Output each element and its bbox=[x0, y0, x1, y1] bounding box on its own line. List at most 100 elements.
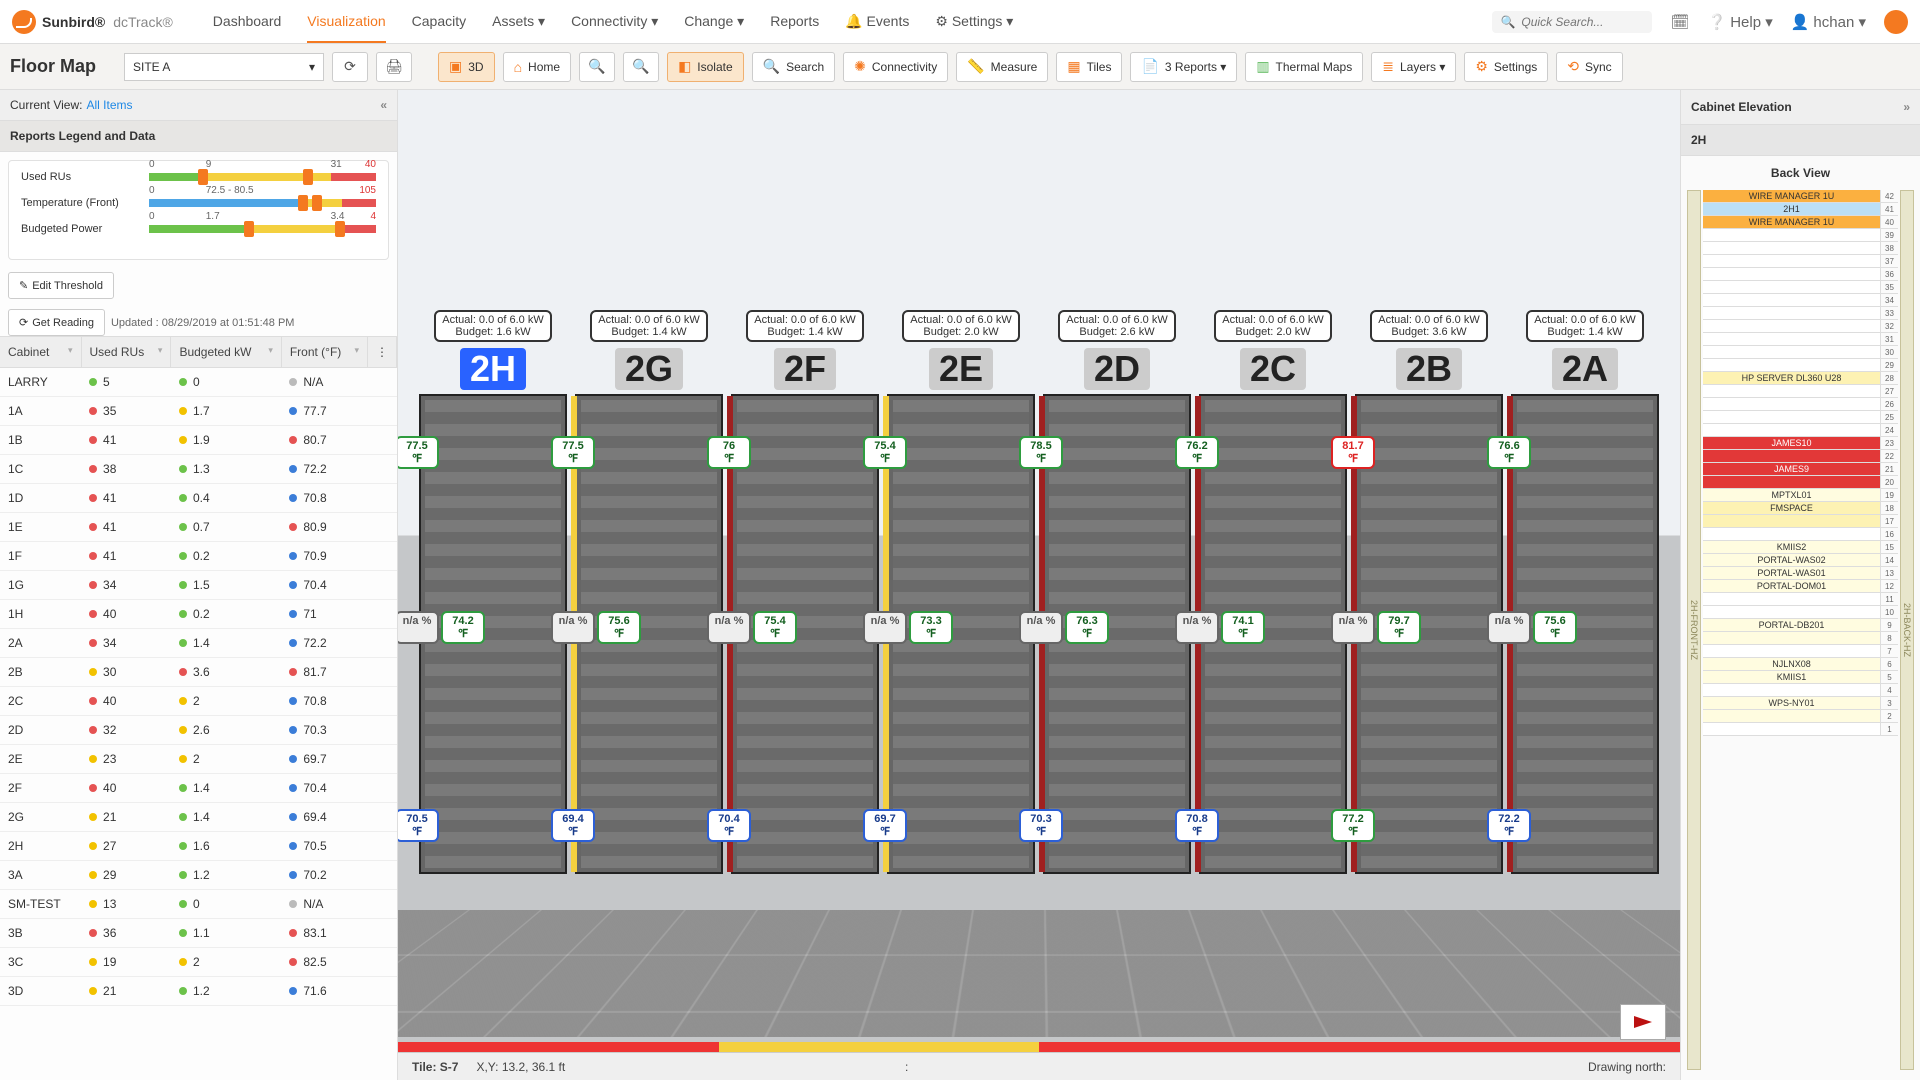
nav-settings-[interactable]: ⚙ Settings ▾ bbox=[935, 1, 1013, 43]
filter-icon[interactable]: ▾ bbox=[68, 345, 73, 356]
kebab-icon[interactable]: ⋮ bbox=[376, 345, 388, 359]
settings-button[interactable]: ⚙Settings bbox=[1464, 52, 1548, 82]
nav-dashboard[interactable]: Dashboard bbox=[213, 1, 282, 43]
table-row[interactable]: 2F 40 1.4 70.4 bbox=[0, 774, 397, 803]
elevation-slot[interactable]: 11 bbox=[1703, 593, 1898, 606]
nav-capacity[interactable]: Capacity bbox=[412, 1, 466, 43]
avatar-icon[interactable] bbox=[1884, 10, 1908, 34]
table-row[interactable]: 1D 41 0.4 70.8 bbox=[0, 484, 397, 513]
elevation-slot[interactable]: PORTAL-WAS0214 bbox=[1703, 554, 1898, 567]
rack-body[interactable]: 75.4℉ 69.7℉n/a %73.3℉ bbox=[887, 394, 1035, 874]
elevation-slot[interactable]: 34 bbox=[1703, 294, 1898, 307]
rack-2B[interactable]: Actual: 0.0 of 6.0 kWBudget: 3.6 kW2B81.… bbox=[1354, 310, 1504, 874]
tiles-button[interactable]: ▦Tiles bbox=[1056, 52, 1122, 82]
elevation-slot[interactable]: WPS-NY013 bbox=[1703, 697, 1898, 710]
thermal-button[interactable]: ▥Thermal Maps bbox=[1245, 52, 1363, 82]
elevation-slot[interactable]: NJLNX086 bbox=[1703, 658, 1898, 671]
search-input[interactable] bbox=[1521, 15, 1644, 29]
connectivity-button[interactable]: ✺Connectivity bbox=[843, 52, 948, 82]
table-row[interactable]: 1H 40 0.2 71 bbox=[0, 600, 397, 629]
column-header[interactable]: Cabinet▾ bbox=[0, 337, 81, 368]
refresh-button[interactable]: ⟳ bbox=[332, 52, 368, 82]
rack-label[interactable]: 2H bbox=[460, 348, 526, 390]
rack-label[interactable]: 2G bbox=[615, 348, 683, 390]
nav-change-[interactable]: Change ▾ bbox=[684, 1, 744, 43]
elevation-slot[interactable]: 36 bbox=[1703, 268, 1898, 281]
elevation-slot[interactable]: 2H141 bbox=[1703, 203, 1898, 216]
elevation-slot[interactable]: PORTAL-DOM0112 bbox=[1703, 580, 1898, 593]
user-menu[interactable]: 👤hchan ▾ bbox=[1791, 13, 1866, 31]
table-row[interactable]: 2C 40 2 70.8 bbox=[0, 687, 397, 716]
edit-threshold-button[interactable]: ✎Edit Threshold bbox=[8, 272, 114, 299]
filter-icon[interactable]: ▾ bbox=[268, 345, 273, 356]
elevation-slot[interactable]: 8 bbox=[1703, 632, 1898, 645]
elevation-slot[interactable]: 17 bbox=[1703, 515, 1898, 528]
elevation-slot[interactable]: 16 bbox=[1703, 528, 1898, 541]
slider-thumb[interactable] bbox=[298, 195, 308, 211]
legend-bar[interactable]: 01.73.44 bbox=[149, 225, 376, 233]
rack-2A[interactable]: Actual: 0.0 of 6.0 kWBudget: 1.4 kW2A76.… bbox=[1510, 310, 1660, 874]
collapse-left-icon[interactable]: « bbox=[380, 98, 387, 112]
elevation-handle-front[interactable]: 2H-FRONT-HZ bbox=[1687, 190, 1701, 1070]
elevation-slot[interactable]: 37 bbox=[1703, 255, 1898, 268]
rack-body[interactable]: 78.5℉ 70.3℉n/a %76.3℉ bbox=[1043, 394, 1191, 874]
filter-icon[interactable]: ▾ bbox=[354, 345, 359, 356]
rack-label[interactable]: 2B bbox=[1396, 348, 1462, 390]
slider-thumb[interactable] bbox=[303, 169, 313, 185]
rack-body[interactable]: 81.7℉ 77.2℉n/a %79.7℉ bbox=[1355, 394, 1503, 874]
elevation-slot[interactable]: PORTAL-DB2019 bbox=[1703, 619, 1898, 632]
rack-label[interactable]: 2D bbox=[1084, 348, 1150, 390]
elevation-slot[interactable]: 10 bbox=[1703, 606, 1898, 619]
table-row[interactable]: 1B 41 1.9 80.7 bbox=[0, 426, 397, 455]
layers-button[interactable]: ≣Layers ▾ bbox=[1371, 52, 1456, 82]
column-header[interactable]: Used RUs▾ bbox=[81, 337, 171, 368]
elevation-slot[interactable]: 32 bbox=[1703, 320, 1898, 333]
elevation-slot[interactable]: 1 bbox=[1703, 723, 1898, 736]
elevation-slot[interactable]: 7 bbox=[1703, 645, 1898, 658]
elevation-slot[interactable]: 22 bbox=[1703, 450, 1898, 463]
elevation-slot[interactable]: 35 bbox=[1703, 281, 1898, 294]
elevation-slot[interactable]: 31 bbox=[1703, 333, 1898, 346]
table-row[interactable]: 2H 27 1.6 70.5 bbox=[0, 832, 397, 861]
table-row[interactable]: SM-TEST 13 0 N/A bbox=[0, 890, 397, 919]
elevation-slot[interactable]: JAMES1023 bbox=[1703, 437, 1898, 450]
elevation-slot[interactable]: 38 bbox=[1703, 242, 1898, 255]
elevation-slot[interactable]: 20 bbox=[1703, 476, 1898, 489]
zoom-in-button[interactable]: 🔍 bbox=[579, 52, 615, 82]
nav-assets-[interactable]: Assets ▾ bbox=[492, 1, 545, 43]
help-menu[interactable]: ❔Help ▾ bbox=[1708, 13, 1773, 31]
get-reading-button[interactable]: ⟳Get Reading bbox=[8, 309, 105, 336]
expand-right-icon[interactable]: » bbox=[1903, 100, 1910, 114]
table-row[interactable]: 2E 23 2 69.7 bbox=[0, 745, 397, 774]
site-select[interactable]: SITE A ▾ bbox=[124, 53, 324, 81]
table-row[interactable]: 2A 34 1.4 72.2 bbox=[0, 629, 397, 658]
table-row[interactable]: LARRY 5 0 N/A bbox=[0, 368, 397, 397]
rack-2H[interactable]: Actual: 0.0 of 6.0 kWBudget: 1.6 kW2H77.… bbox=[418, 310, 568, 874]
elevation-slot[interactable]: WIRE MANAGER 1U42 bbox=[1703, 190, 1898, 203]
elevation-slot[interactable]: JAMES921 bbox=[1703, 463, 1898, 476]
rack-2E[interactable]: Actual: 0.0 of 6.0 kWBudget: 2.0 kW2E75.… bbox=[886, 310, 1036, 874]
elevation-slot[interactable]: 29 bbox=[1703, 359, 1898, 372]
elevation-slot[interactable]: KMIIS15 bbox=[1703, 671, 1898, 684]
table-row[interactable]: 1G 34 1.5 70.4 bbox=[0, 571, 397, 600]
rack-label[interactable]: 2F bbox=[774, 348, 836, 390]
rack-body[interactable]: 77.5℉ 70.5℉n/a %74.2℉ bbox=[419, 394, 567, 874]
elevation-slot[interactable]: 33 bbox=[1703, 307, 1898, 320]
elevation-slot[interactable]: 30 bbox=[1703, 346, 1898, 359]
legend-bar[interactable]: 093140 bbox=[149, 173, 376, 181]
print-button[interactable]: 🖨 bbox=[376, 52, 412, 82]
slider-thumb[interactable] bbox=[244, 221, 254, 237]
filter-icon[interactable]: ▾ bbox=[158, 345, 163, 356]
rack-body[interactable]: 76.6℉ 72.2℉n/a %75.6℉ bbox=[1511, 394, 1659, 874]
slider-thumb[interactable] bbox=[198, 169, 208, 185]
rack-2D[interactable]: Actual: 0.0 of 6.0 kWBudget: 2.6 kW2D78.… bbox=[1042, 310, 1192, 874]
elevation-slot[interactable]: WIRE MANAGER 1U40 bbox=[1703, 216, 1898, 229]
slider-thumb[interactable] bbox=[335, 221, 345, 237]
sync-button[interactable]: ⟲Sync bbox=[1556, 52, 1622, 82]
legend-bar[interactable]: 072.5 - 80.5105 bbox=[149, 199, 376, 207]
compass-icon[interactable] bbox=[1620, 1004, 1666, 1040]
elevation-slot[interactable]: KMIIS215 bbox=[1703, 541, 1898, 554]
table-row[interactable]: 1F 41 0.2 70.9 bbox=[0, 542, 397, 571]
elevation-slot[interactable]: MPTXL0119 bbox=[1703, 489, 1898, 502]
measure-button[interactable]: 📏Measure bbox=[956, 52, 1048, 82]
